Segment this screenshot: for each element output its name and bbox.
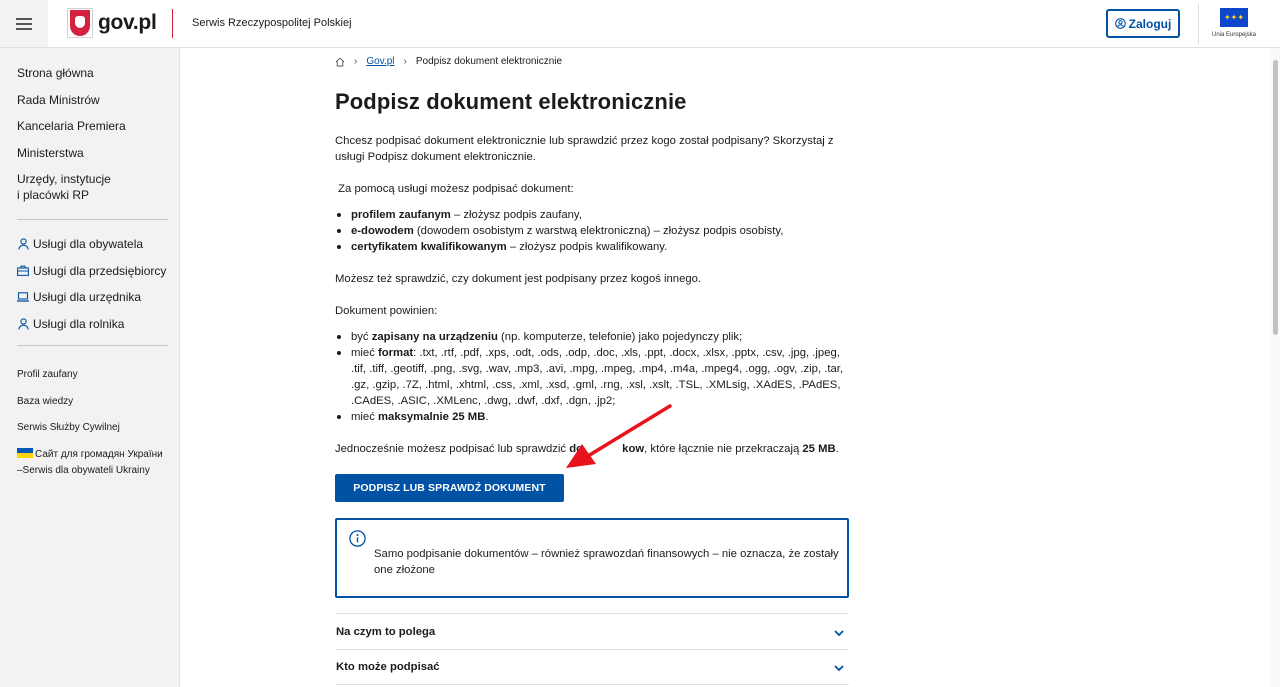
sidebar-item-chancellery[interactable]: Kancelaria Premiera <box>17 118 126 134</box>
sign-or-verify-button[interactable]: PODPISZ LUB SPRAWDŹ DOKUMENT <box>335 474 564 502</box>
sidebar-item-label: Usługi dla rolnika <box>33 316 125 331</box>
sidebar-links: Profil zaufany Baza wiedzy Serwis Służby… <box>17 367 163 490</box>
accordion-how-it-works[interactable]: Na czym to polega <box>336 613 849 649</box>
briefcase-icon <box>17 265 29 277</box>
sidebar-link-knowledge-base[interactable]: Baza wiedzy <box>17 394 163 409</box>
requirements-lead: Dokument powinien: <box>335 305 438 317</box>
info-text: Samo podpisanie dokumentów – również spr… <box>374 548 839 576</box>
hamburger-icon <box>16 17 32 30</box>
sidebar-item-official[interactable]: Usługi dla urzędnika <box>17 289 166 305</box>
red-arrow-annotation <box>566 404 672 468</box>
verify-text: Możesz też sprawdzić, czy dokument jest … <box>335 273 702 285</box>
chevron-right-icon: › <box>403 56 407 67</box>
sidebar-main-nav: Strona główna Rada Ministrów Kancelaria … <box>17 65 126 214</box>
accordion-title: Kto może podpisać <box>336 661 440 673</box>
scrollbar[interactable] <box>1271 48 1280 687</box>
sidebar-item-offices[interactable]: Urzędy, instytucje i placówki RP <box>17 171 126 203</box>
accordion-who-can-sign[interactable]: Kto może podpisać <box>336 649 849 685</box>
sidebar-divider <box>17 345 168 346</box>
info-box: Samo podpisanie dokumentów – również spr… <box>335 518 849 598</box>
list-item: być zapisany na urządzeniu (np. komputer… <box>335 329 845 345</box>
accordion-title: Na czym to polega <box>336 625 436 638</box>
sidebar-item-home[interactable]: Strona główna <box>17 65 126 81</box>
sidebar: Strona główna Rada Ministrów Kancelaria … <box>0 48 180 687</box>
breadcrumb: › Gov.pl › Podpisz dokument elektroniczn… <box>335 56 562 67</box>
sidebar-item-label: Usługi dla przedsiębiorcy <box>33 263 167 278</box>
chevron-down-icon <box>833 661 845 673</box>
logo-divider <box>172 9 173 38</box>
scrollbar-thumb[interactable] <box>1273 60 1278 335</box>
list-item: profilem zaufanym – złożysz podpis zaufa… <box>335 207 845 223</box>
eu-label: Unia Europejska <box>1211 32 1257 38</box>
eu-flag-icon: ✦✦✦ <box>1220 8 1248 27</box>
sidebar-item-label: Usługi dla obywatela <box>33 237 144 251</box>
eu-divider <box>1198 4 1199 44</box>
sidebar-item-label: Usługi dla urzędnika <box>33 290 142 305</box>
list-item: e-dowodem (dowodem osobistym z warstwą e… <box>335 223 845 239</box>
sidebar-link-civil-service[interactable]: Serwis Służby Cywilnej <box>17 420 163 435</box>
intro-text: Chcesz podpisać dokument elektronicznie … <box>335 135 834 163</box>
polish-emblem-icon <box>67 8 93 38</box>
sidebar-item-farmer[interactable]: Usługi dla rolnika <box>17 316 166 332</box>
sidebar-item-ministries[interactable]: Ministerstwa <box>17 145 126 161</box>
page-title: Podpisz dokument elektronicznie <box>335 89 687 114</box>
sidebar-item-citizen[interactable]: Usługi dla obywatela <box>17 236 166 252</box>
chevron-down-icon <box>833 626 845 638</box>
person-icon <box>17 318 29 330</box>
sign-methods-list: profilem zaufanym – złożysz podpis zaufa… <box>335 207 845 255</box>
top-header: gov.pl Serwis Rzeczypospolitej Polskiej … <box>0 0 1280 48</box>
sidebar-services: Usługi dla obywatela Usługi dla przedsię… <box>17 236 166 342</box>
home-icon[interactable] <box>335 57 345 67</box>
sidebar-item-council[interactable]: Rada Ministrów <box>17 92 126 108</box>
login-label: Zaloguj <box>1128 16 1172 31</box>
list-item: certyfikatem kwalifikowanym – złożysz po… <box>335 239 845 255</box>
person-icon <box>1114 18 1126 29</box>
sidebar-link-ukraine[interactable]: Сайт для громадян України –Serwis dla ob… <box>17 447 163 479</box>
govpl-logo[interactable]: gov.pl <box>67 8 157 38</box>
laptop-icon <box>17 291 29 303</box>
sidebar-link-trusted-profile[interactable]: Profil zaufany <box>17 367 163 382</box>
login-button[interactable]: Zaloguj <box>1106 9 1180 38</box>
breadcrumb-current: Podpisz dokument elektronicznie <box>415 56 563 67</box>
eu-logo: ✦✦✦ Unia Europejska <box>1210 8 1258 38</box>
sidebar-divider <box>17 219 168 220</box>
chevron-right-icon: › <box>354 56 358 67</box>
sidebar-item-entrepreneur[interactable]: Usługi dla przedsiębiorcy <box>17 263 166 279</box>
breadcrumb-govpl-link[interactable]: Gov.pl <box>366 56 394 67</box>
sign-with-lead: Za pomocą usługi możesz podpisać dokumen… <box>335 183 574 195</box>
logo-text: gov.pl <box>98 11 157 34</box>
service-name: Serwis Rzeczypospolitej Polskiej <box>192 17 352 29</box>
menu-button[interactable] <box>0 0 48 47</box>
person-icon <box>17 238 29 250</box>
sidebar-link-ukraine-label: Сайт для громадян України –Serwis dla ob… <box>17 448 163 476</box>
ukraine-flag-icon <box>17 447 33 458</box>
info-icon <box>349 530 366 547</box>
